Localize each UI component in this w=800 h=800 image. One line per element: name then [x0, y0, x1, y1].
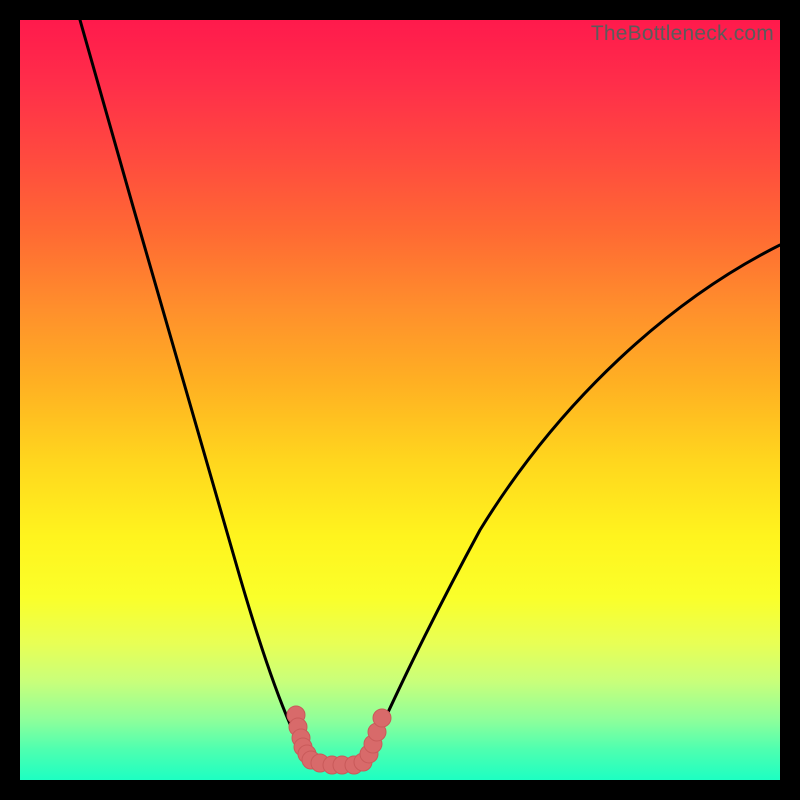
marker-layer: [20, 20, 780, 780]
chart-frame: TheBottleneck.com: [20, 20, 780, 780]
watermark-text: TheBottleneck.com: [591, 22, 774, 46]
highlight-cluster: [287, 706, 391, 774]
